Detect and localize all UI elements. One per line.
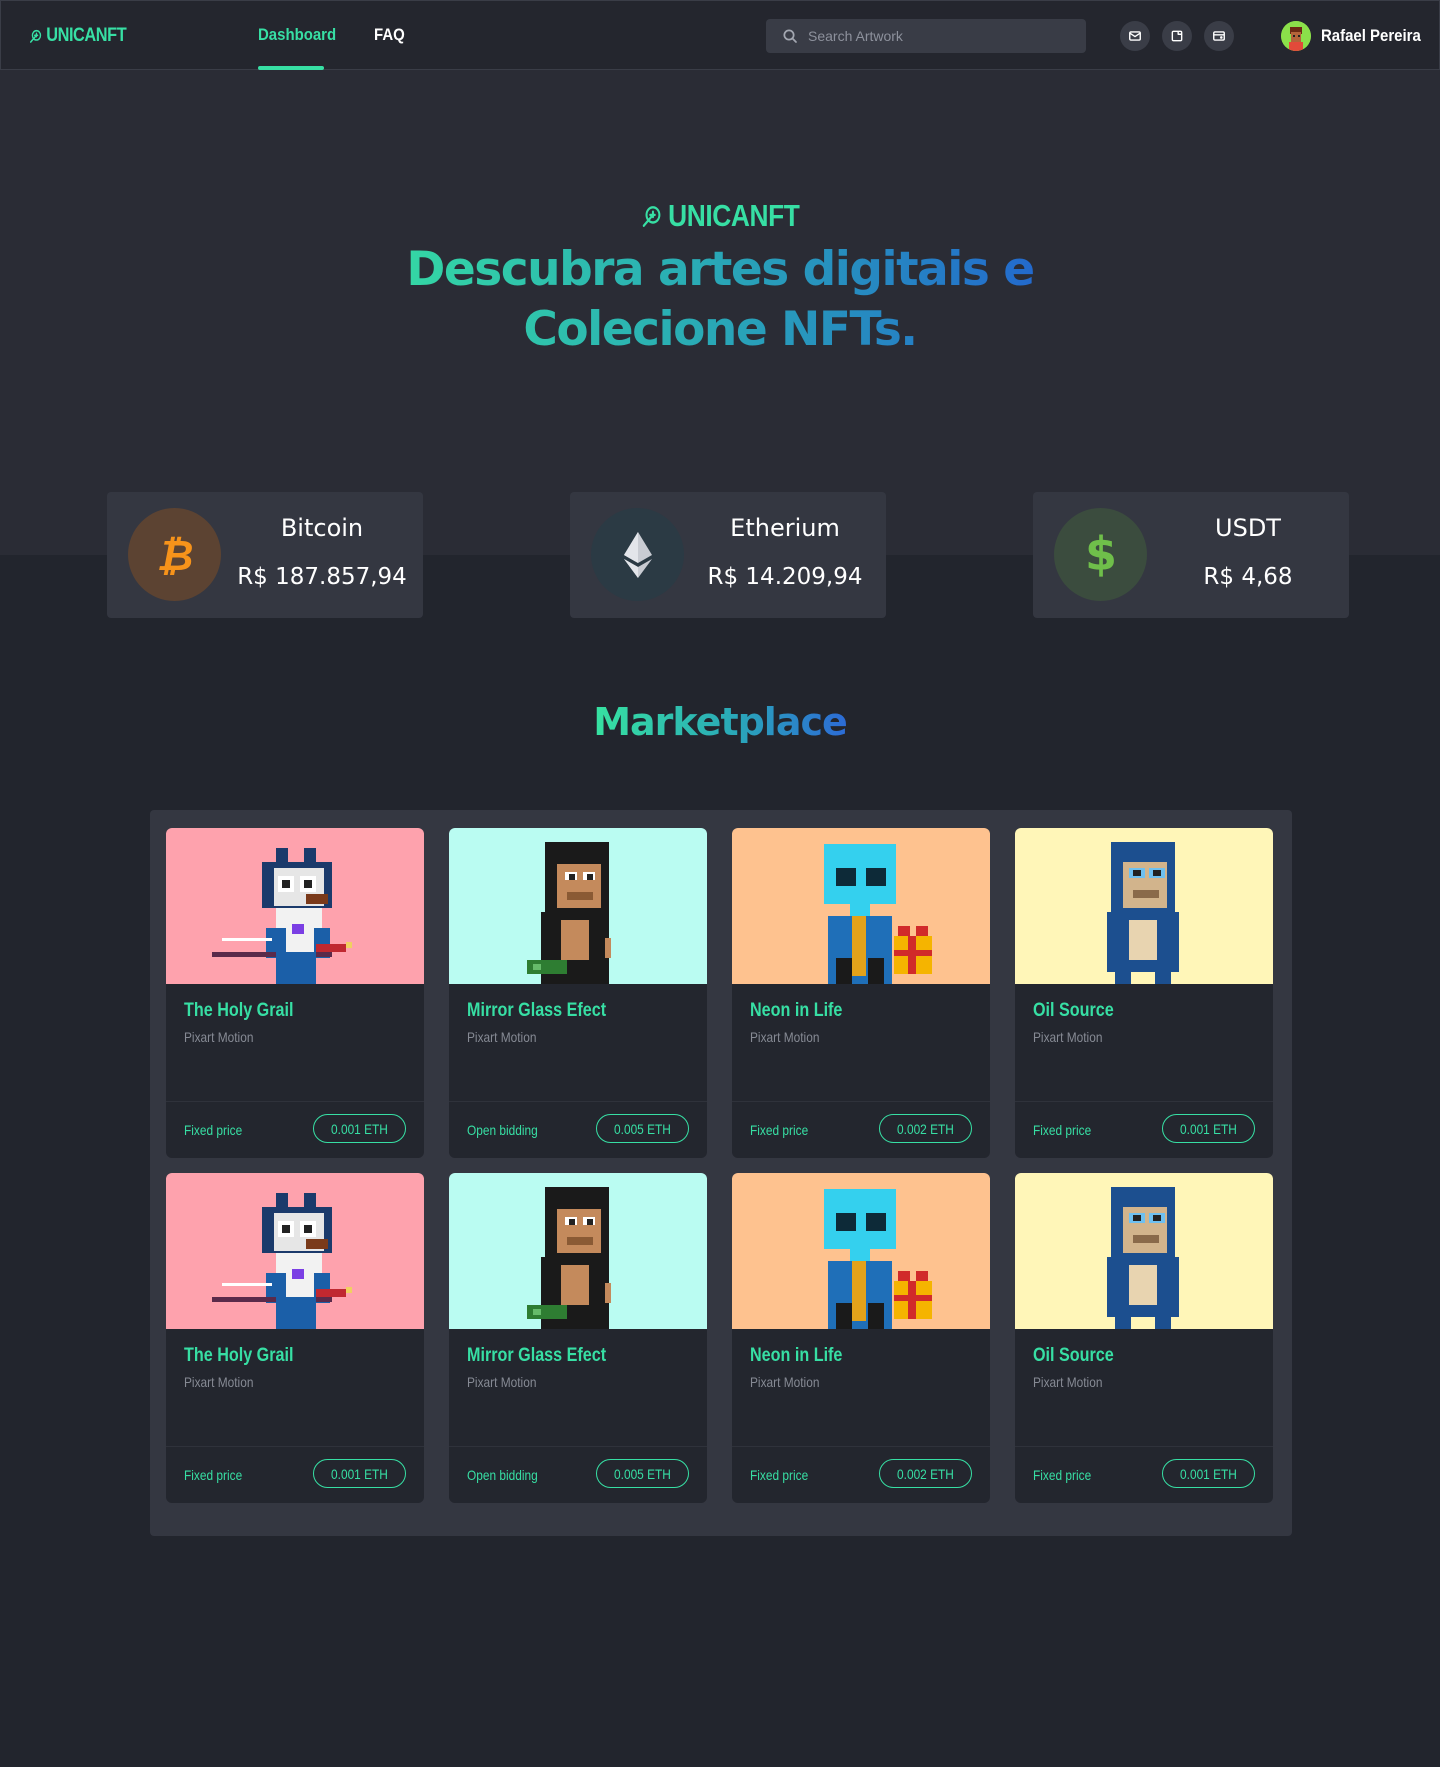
nft-artwork[interactable] — [1015, 1173, 1273, 1329]
crypto-name: Etherium — [730, 514, 840, 542]
divider — [449, 1446, 707, 1447]
nft-card[interactable]: The Holy Grail Pixart Motion Fixed price… — [166, 1173, 424, 1503]
nft-title[interactable]: Oil Source — [1033, 1345, 1114, 1367]
nft-title[interactable]: The Holy Grail — [184, 1000, 293, 1022]
nav-active-indicator — [258, 66, 324, 70]
svg-text:₿: ₿ — [156, 532, 193, 578]
nft-price-badge[interactable]: 0.001 ETH — [313, 1459, 406, 1488]
marketplace-panel: The Holy Grail Pixart Motion Fixed price… — [150, 810, 1292, 1536]
nft-sale-type: Fixed price — [750, 1122, 809, 1138]
leaf-icon — [642, 206, 661, 227]
nft-sale-type: Fixed price — [1033, 1122, 1092, 1138]
crypto-name: USDT — [1215, 514, 1281, 542]
hero-title-line2: Colecione NFTs. — [523, 302, 917, 357]
crypto-card-usdt[interactable]: $ USDT R$ 4,68 — [1033, 492, 1349, 618]
nft-sale-type: Fixed price — [184, 1122, 243, 1138]
hero-brand: UNICANFT — [0, 196, 1440, 236]
nft-price-badge[interactable]: 0.002 ETH — [879, 1114, 972, 1143]
search-input[interactable] — [808, 28, 1078, 44]
nft-price-badge[interactable]: 0.002 ETH — [879, 1459, 972, 1488]
nft-artist: Pixart Motion — [467, 1029, 537, 1045]
nft-card[interactable]: The Holy Grail Pixart Motion Fixed price… — [166, 828, 424, 1158]
nft-card[interactable]: Neon in Life Pixart Motion Fixed price 0… — [732, 1173, 990, 1503]
nft-price-badge[interactable]: 0.005 ETH — [596, 1459, 689, 1488]
note-button[interactable] — [1162, 21, 1192, 51]
nft-card[interactable]: Neon in Life Pixart Motion Fixed price 0… — [732, 828, 990, 1158]
search-icon — [783, 29, 797, 43]
hero-title: Descubra artes digitais e Colecione NFTs… — [320, 240, 1120, 360]
nft-artwork[interactable] — [732, 1173, 990, 1329]
nft-title[interactable]: Neon in Life — [750, 1345, 842, 1367]
crypto-price: R$ 4,68 — [1203, 564, 1293, 590]
nav-dashboard[interactable]: Dashboard — [258, 25, 336, 47]
wallet-icon — [1213, 31, 1225, 41]
divider — [732, 1101, 990, 1102]
nft-artwork[interactable] — [166, 1173, 424, 1329]
search-bar[interactable] — [766, 19, 1086, 53]
nft-sale-type: Fixed price — [184, 1467, 243, 1483]
crypto-price: R$ 14.209,94 — [707, 564, 863, 590]
top-navbar: UNICANFT Dashboard FAQ Search Artwork Ra… — [0, 0, 1440, 70]
nft-artist: Pixart Motion — [1033, 1374, 1103, 1390]
nft-sale-type: Open bidding — [467, 1467, 538, 1483]
nft-price-badge[interactable]: 0.001 ETH — [1162, 1114, 1255, 1143]
brand-name: UNICANFT — [46, 25, 127, 46]
nft-artwork[interactable] — [1015, 828, 1273, 984]
mail-button[interactable] — [1120, 21, 1150, 51]
nft-card[interactable]: Oil Source Pixart Motion Fixed price 0.0… — [1015, 828, 1273, 1158]
divider — [1015, 1101, 1273, 1102]
nft-artist: Pixart Motion — [184, 1029, 254, 1045]
user-menu[interactable]: Rafael Pereira — [1281, 20, 1434, 52]
nft-price-badge[interactable]: 0.001 ETH — [313, 1114, 406, 1143]
brand-logo[interactable]: UNICANFT — [29, 23, 127, 49]
crypto-name: Bitcoin — [280, 514, 364, 542]
bitcoin-icon: ₿ — [128, 508, 221, 601]
nft-card[interactable]: Oil Source Pixart Motion Fixed price 0.0… — [1015, 1173, 1273, 1503]
hero-title-line1: Descubra artes digitais e — [406, 242, 1034, 297]
nav-faq[interactable]: FAQ — [374, 25, 405, 47]
svg-text:$: $ — [1084, 530, 1116, 580]
mail-icon — [1129, 31, 1141, 41]
nft-artwork[interactable] — [449, 1173, 707, 1329]
nft-artist: Pixart Motion — [1033, 1029, 1103, 1045]
divider — [449, 1101, 707, 1102]
divider — [1015, 1446, 1273, 1447]
divider — [732, 1446, 990, 1447]
nft-artist: Pixart Motion — [750, 1374, 820, 1390]
nft-sale-type: Fixed price — [750, 1467, 809, 1483]
nft-title[interactable]: Neon in Life — [750, 1000, 842, 1022]
nft-price-badge[interactable]: 0.001 ETH — [1162, 1459, 1255, 1488]
nft-title[interactable]: Mirror Glass Efect — [467, 1345, 606, 1367]
nft-card[interactable]: Mirror Glass Efect Pixart Motion Open bi… — [449, 828, 707, 1158]
leaf-icon — [30, 29, 42, 43]
nft-artwork[interactable] — [166, 828, 424, 984]
divider — [166, 1446, 424, 1447]
crypto-card-bitcoin[interactable]: ₿ Bitcoin R$ 187.857,94 — [107, 492, 423, 618]
marketplace-title: Marketplace — [593, 700, 848, 744]
hero-brand-name: UNICANFT — [667, 198, 800, 233]
nft-card[interactable]: Mirror Glass Efect Pixart Motion Open bi… — [449, 1173, 707, 1503]
wallet-button[interactable] — [1204, 21, 1234, 51]
nft-sale-type: Open bidding — [467, 1122, 538, 1138]
nft-artwork[interactable] — [449, 828, 707, 984]
nft-artist: Pixart Motion — [184, 1374, 254, 1390]
avatar-icon — [1281, 21, 1311, 51]
nft-title[interactable]: The Holy Grail — [184, 1345, 293, 1367]
nft-artist: Pixart Motion — [750, 1029, 820, 1045]
crypto-card-ethereum[interactable]: Etherium R$ 14.209,94 — [570, 492, 886, 618]
nft-title[interactable]: Oil Source — [1033, 1000, 1114, 1022]
crypto-price: R$ 187.857,94 — [237, 564, 407, 590]
nft-artwork[interactable] — [732, 828, 990, 984]
avatar — [1281, 21, 1311, 51]
note-icon — [1171, 30, 1183, 42]
nft-price-badge[interactable]: 0.005 ETH — [596, 1114, 689, 1143]
ethereum-icon — [591, 508, 684, 601]
dollar-icon: $ — [1054, 508, 1147, 601]
user-name: Rafael Pereira — [1321, 26, 1421, 45]
divider — [166, 1101, 424, 1102]
nft-title[interactable]: Mirror Glass Efect — [467, 1000, 606, 1022]
nft-artist: Pixart Motion — [467, 1374, 537, 1390]
nft-sale-type: Fixed price — [1033, 1467, 1092, 1483]
